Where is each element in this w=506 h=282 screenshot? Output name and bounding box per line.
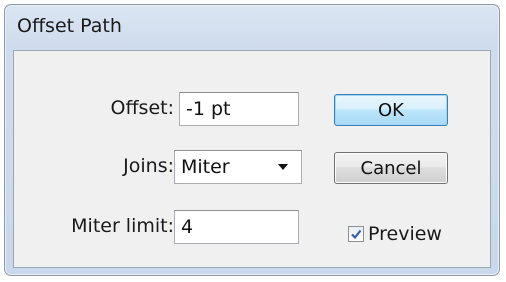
joins-selected-value: Miter bbox=[181, 156, 230, 178]
cancel-button[interactable]: Cancel bbox=[334, 152, 448, 184]
offset-value: -1 pt bbox=[186, 98, 231, 120]
offset-input[interactable]: -1 pt bbox=[179, 92, 299, 126]
dialog-body: Offset: -1 pt Joins: Miter Miter limit: … bbox=[13, 50, 491, 268]
preview-checkbox[interactable] bbox=[348, 226, 364, 242]
miter-limit-value: 4 bbox=[181, 216, 194, 238]
miter-limit-input[interactable]: 4 bbox=[174, 210, 299, 244]
miter-limit-label: Miter limit: bbox=[71, 215, 174, 237]
joins-select[interactable]: Miter bbox=[174, 150, 302, 184]
ok-button[interactable]: OK bbox=[334, 94, 448, 126]
joins-label: Joins: bbox=[123, 155, 174, 177]
chevron-down-icon[interactable] bbox=[265, 151, 301, 183]
offset-label: Offset: bbox=[110, 97, 175, 119]
checkmark-icon bbox=[351, 229, 362, 240]
dialog-title: Offset Path bbox=[17, 15, 122, 37]
offset-path-dialog: Offset Path Offset: -1 pt Joins: Miter M… bbox=[4, 4, 500, 276]
preview-label: Preview bbox=[368, 223, 442, 245]
preview-toggle[interactable]: Preview bbox=[348, 223, 442, 245]
